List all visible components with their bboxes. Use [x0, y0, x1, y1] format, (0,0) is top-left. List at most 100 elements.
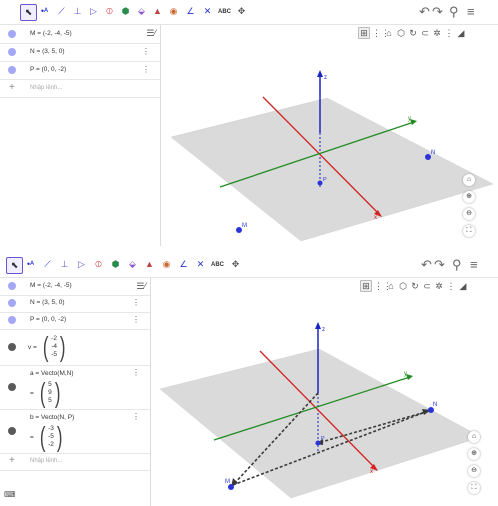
point-P[interactable]	[315, 440, 321, 446]
grid-toggle-icon[interactable]: ⋮⋮	[374, 281, 392, 291]
point-P[interactable]	[317, 180, 323, 186]
algebra-row-v[interactable]: v = ( -2 -4 -5 )	[0, 329, 150, 366]
move-graphics-tool-icon[interactable]: ✥	[234, 4, 249, 19]
graph-style-icon[interactable]: ◢	[456, 28, 466, 38]
move-graphics-tool-icon[interactable]: ✥	[228, 257, 243, 272]
input-bar[interactable]: + Nhập lệnh...	[0, 453, 150, 471]
z-axis-arrow	[315, 322, 321, 329]
algebra-view: ☰⁄ M = (-2, -4, -5) N = (3, 5, 0) ⋮ P = …	[0, 278, 151, 506]
undo-icon[interactable]: ↶	[421, 257, 432, 272]
more-icon[interactable]: ⋮	[132, 368, 140, 377]
algebra-row-P[interactable]: P = (0, 0, -2) ⋮	[0, 312, 150, 330]
visibility-toggle[interactable]	[8, 30, 16, 38]
input-bar[interactable]: + Nhập lệnh...	[0, 79, 160, 98]
keyboard-icon[interactable]: ⌨	[4, 490, 16, 499]
algebra-row-P[interactable]: P = (0, 0, -2) ⋮	[0, 61, 160, 80]
grid-toggle-icon[interactable]: ⋮⋮	[372, 28, 390, 38]
redo-icon[interactable]: ↷	[432, 4, 443, 19]
visibility-toggle[interactable]	[8, 299, 16, 307]
algebra-row-b[interactable]: b = Vecto(N, P) ⋮ = ( -3 -5 -2 )	[0, 409, 150, 454]
algebra-row-M[interactable]: M = (-2, -4, -5)	[0, 278, 150, 296]
line-tool-icon[interactable]: ⟋	[40, 257, 55, 272]
graphics-3d-view[interactable]: z x y P N M	[161, 41, 498, 246]
zoom-out-icon[interactable]: ⊖	[463, 208, 475, 220]
settings-icon[interactable]: ✲	[434, 281, 444, 291]
axes-toggle-icon[interactable]: ⊞	[360, 279, 372, 292]
visibility-toggle[interactable]	[8, 427, 16, 435]
move-tool-icon[interactable]: ⬉	[20, 4, 37, 21]
more-icon[interactable]: ⋮	[446, 281, 456, 291]
pyramid-tool-icon[interactable]: ▲	[142, 257, 157, 272]
more-icon[interactable]: ⋮	[142, 65, 150, 74]
search-icon[interactable]: ⚲	[449, 4, 459, 19]
text-tool-icon[interactable]: ABC	[217, 4, 232, 19]
graph-style-icon[interactable]: ◢	[458, 281, 468, 291]
more-icon[interactable]: ⋮	[132, 315, 140, 324]
zoom-in-icon[interactable]: ⊕	[468, 448, 480, 460]
point-tool-icon[interactable]: •ᴬ	[23, 257, 38, 272]
polygon-tool-icon[interactable]: ▷	[86, 4, 101, 19]
intersect-tool-icon[interactable]: ⬙	[125, 257, 140, 272]
settings-icon[interactable]: ✲	[432, 28, 442, 38]
angle-tool-icon[interactable]: ∠	[176, 257, 191, 272]
cube-view-icon[interactable]: ⬡	[396, 28, 406, 38]
algebra-row-a[interactable]: a = Vecto(M,N) ⋮ = ( 5 9 5 )	[0, 365, 150, 410]
input-placeholder[interactable]: Nhập lệnh...	[30, 85, 62, 91]
polygon-tool-icon[interactable]: ▷	[74, 257, 89, 272]
projection-icon[interactable]: ⊂	[420, 28, 430, 38]
pyramid-tool-icon[interactable]: ▲	[150, 4, 165, 19]
input-placeholder[interactable]: Nhập lệnh...	[30, 458, 62, 464]
fullscreen-icon[interactable]: ⛶	[468, 482, 480, 494]
algebra-row-N[interactable]: N = (3, 5, 0) ⋮	[0, 295, 150, 313]
add-icon[interactable]: +	[9, 455, 15, 466]
algebra-row-N[interactable]: N = (3, 5, 0) ⋮	[0, 43, 160, 62]
home-icon[interactable]: ⌂	[463, 174, 475, 186]
visibility-toggle[interactable]	[8, 282, 16, 290]
rotate-view-icon[interactable]: ↻	[410, 281, 420, 291]
redo-icon[interactable]: ↷	[434, 257, 445, 272]
visibility-toggle[interactable]	[8, 316, 16, 324]
home-view-icon[interactable]: ⌂	[384, 28, 394, 38]
more-icon[interactable]: ⋮	[142, 47, 150, 56]
sphere-tool-icon[interactable]: ◉	[166, 4, 181, 19]
line-tool-icon[interactable]: ⟋	[54, 4, 69, 19]
zoom-in-icon[interactable]: ⊕	[463, 191, 475, 203]
sphere-tool-icon[interactable]: ◉	[159, 257, 174, 272]
more-icon[interactable]: ⋮	[444, 28, 454, 38]
perpendicular-tool-icon[interactable]: ⊥	[57, 257, 72, 272]
visibility-toggle[interactable]	[8, 383, 16, 391]
rotate-view-icon[interactable]: ↻	[408, 28, 418, 38]
axes-toggle-icon[interactable]: ⊞	[358, 26, 370, 39]
reflect-tool-icon[interactable]: ✕	[200, 4, 215, 19]
circle-tool-icon[interactable]: ⦶	[91, 257, 106, 272]
search-icon[interactable]: ⚲	[452, 257, 462, 272]
cube-view-icon[interactable]: ⬡	[398, 281, 408, 291]
text-tool-icon[interactable]: ABC	[210, 257, 225, 272]
visibility-toggle[interactable]	[8, 48, 16, 56]
add-icon[interactable]: +	[9, 82, 15, 93]
home-icon[interactable]: ⌂	[468, 431, 480, 443]
undo-icon[interactable]: ↶	[419, 4, 430, 19]
circle-tool-icon[interactable]: ⦶	[102, 4, 117, 19]
more-icon[interactable]: ⋮	[132, 298, 140, 307]
reflect-tool-icon[interactable]: ✕	[193, 257, 208, 272]
hamburger-menu-icon[interactable]: ≡	[467, 4, 475, 19]
angle-tool-icon[interactable]: ∠	[183, 4, 198, 19]
point-tool-icon[interactable]: •ᴬ	[37, 4, 52, 19]
more-icon[interactable]: ⋮	[132, 412, 140, 421]
graphics-3d-view[interactable]: z x y P N M	[151, 293, 483, 503]
solid-tool-icon[interactable]: ⬢	[118, 4, 133, 19]
home-view-icon[interactable]: ⌂	[386, 281, 396, 291]
solid-tool-icon[interactable]: ⬢	[108, 257, 123, 272]
projection-icon[interactable]: ⊂	[422, 281, 432, 291]
vector-component: -5	[48, 433, 54, 440]
visibility-toggle[interactable]	[8, 66, 16, 74]
visibility-toggle[interactable]	[8, 343, 16, 351]
intersect-tool-icon[interactable]: ⬙	[134, 4, 149, 19]
hamburger-menu-icon[interactable]: ≡	[470, 257, 478, 272]
perpendicular-tool-icon[interactable]: ⊥	[70, 4, 85, 19]
move-tool-icon[interactable]: ⬉	[6, 257, 23, 274]
zoom-out-icon[interactable]: ⊖	[468, 465, 480, 477]
algebra-row-M[interactable]: M = (-2, -4, -5)	[0, 25, 160, 44]
fullscreen-icon[interactable]: ⛶	[463, 225, 475, 237]
